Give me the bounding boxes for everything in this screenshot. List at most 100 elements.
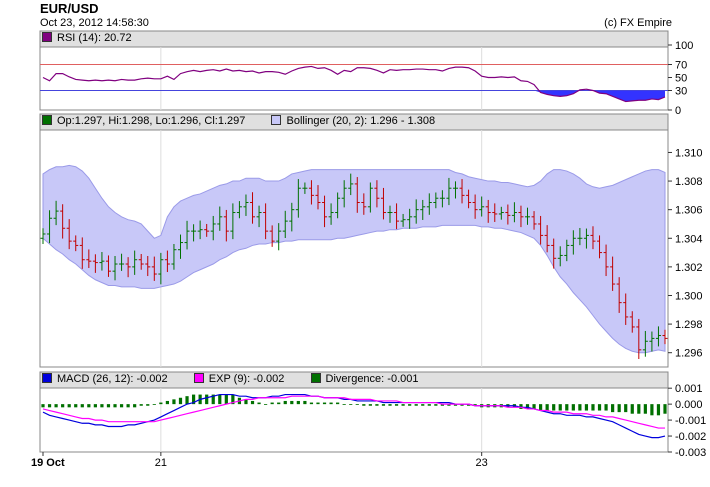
divergence-bar-39 [296,400,300,405]
divergence-bar-13 [126,404,130,408]
price-tick-label-3: 1.304 [675,233,703,245]
divergence-bar-80 [565,404,569,411]
divergence-bar-49 [362,404,366,406]
divergence-bar-53 [388,404,392,406]
price-legend: Op:1.297, Hi:1.298, Lo:1.296, Cl:1.297 B… [42,114,435,129]
rsi-tick-label-4: 0 [675,105,681,117]
bollinger-swatch [271,115,282,125]
divergence-bar-22 [185,396,189,405]
macd-tick-label-3: -0.002 [675,431,706,443]
divergence-bar-2 [54,404,58,408]
divergence-bar-82 [578,404,582,411]
divergence-bar-36 [277,402,281,405]
ohlc-legend-label: Op:1.297, Hi:1.298, Lo:1.296, Cl:1.297 [57,115,246,127]
macd-tick-label-1: 0.000 [675,399,703,411]
divergence-bar-95 [663,404,667,414]
macd-tick-label-4: -0.003 [675,447,706,459]
divergence-bar-9 [100,404,104,408]
divergence-bar-27 [218,394,222,405]
rsi-swatch [42,32,52,42]
rsi-legend-label: RSI (14): 20.72 [57,32,132,44]
divergence-bar-40 [303,400,307,405]
divergence-bar-81 [571,404,575,411]
divergence-bar-84 [591,404,595,411]
divergence-bar-48 [355,404,359,405]
divergence-bar-59 [427,404,431,406]
divergence-bar-10 [106,404,111,408]
divergence-bar-6 [80,404,84,408]
price-tick-label-6: 1.298 [675,319,703,331]
divergence-bar-8 [93,404,97,408]
divergence-bar-55 [401,404,405,406]
divergence-bar-35 [270,402,274,405]
divergence-swatch [310,373,321,383]
macd-tick-label-0: 0.001 [675,383,703,395]
divergence-bar-7 [87,404,91,408]
x-tick-label-1: 21 [155,457,167,469]
divergence-legend-label: Divergence: -0.001 [325,373,419,385]
divergence-bar-56 [408,404,412,406]
divergence-bar-5 [74,404,78,408]
divergence-bar-18 [159,402,163,405]
price-tick-label-1: 1.308 [675,176,703,188]
divergence-bar-93 [650,404,654,416]
divergence-bar-44 [329,402,333,405]
price-tick-label-2: 1.306 [675,205,703,217]
divergence-bar-37 [283,400,287,405]
divergence-bar-1 [47,404,52,408]
divergence-bar-20 [172,399,176,405]
rsi-legend: RSI (14): 20.72 [42,31,132,46]
divergence-bar-87 [611,404,615,413]
divergence-bar-4 [67,404,71,408]
divergence-bar-79 [558,404,562,411]
divergence-bar-38 [290,400,294,405]
macd-legend-label: MACD (26, 12): -0.002 [57,373,168,385]
divergence-bar-52 [381,404,386,406]
divergence-bar-77 [545,404,549,411]
ohlc-swatch [42,115,52,125]
macd-tick-label-2: -0.001 [675,415,706,427]
divergence-bar-41 [309,402,314,405]
divergence-bar-57 [414,404,418,406]
divergence-bar-88 [617,404,621,413]
divergence-bar-94 [656,404,661,416]
divergence-bar-12 [119,404,124,408]
bollinger-legend-label: Bollinger (20, 2): 1.296 - 1.308 [286,115,436,127]
divergence-bar-15 [139,404,143,406]
divergence-bar-3 [61,404,65,408]
divergence-bar-47 [349,404,353,405]
divergence-bar-58 [421,404,425,406]
x-tick-label-2: 23 [476,457,488,469]
divergence-bar-85 [597,404,602,411]
divergence-bar-83 [584,404,589,411]
divergence-bar-16 [146,404,150,406]
chart-canvas: 100 705030 0 1.310 1.308 1.306 1.304 1.302 1.300… [31,30,706,469]
rsi-tick-label-2: 50 [675,73,687,85]
x-tick-label-0: 19 Oct [31,457,65,469]
divergence-bar-45 [336,402,340,405]
divergence-bar-51 [375,404,379,406]
rsi-tick-label-0: 100 [675,40,693,52]
price-tick-label-5: 1.300 [675,290,703,302]
rsi-tick-label-3: 30 [675,86,687,98]
rsi-tick-label-1: 70 [675,60,687,72]
divergence-bar-28 [224,394,228,405]
divergence-bar-78 [552,404,556,411]
divergence-bar-91 [637,404,641,414]
divergence-bar-33 [257,402,261,405]
divergence-bar-14 [133,404,137,408]
divergence-bar-43 [322,402,327,405]
divergence-bar-25 [205,394,209,405]
exp-legend-label: EXP (9): -0.002 [208,373,285,385]
macd-legend: MACD (26, 12): -0.002 EXP (9): -0.002 Di… [42,372,418,387]
divergence-bar-54 [394,404,399,406]
divergence-bar-42 [316,402,320,405]
divergence-bar-60 [434,404,438,406]
divergence-bar-19 [165,400,169,405]
exp-swatch [193,373,204,383]
price-tick-label-4: 1.302 [675,262,703,274]
divergence-bar-46 [342,404,346,405]
price-tick-label-7: 1.296 [675,348,703,360]
price-tick-label-0: 1.310 [675,147,703,159]
rsi-panel-legend-bar [39,30,669,48]
